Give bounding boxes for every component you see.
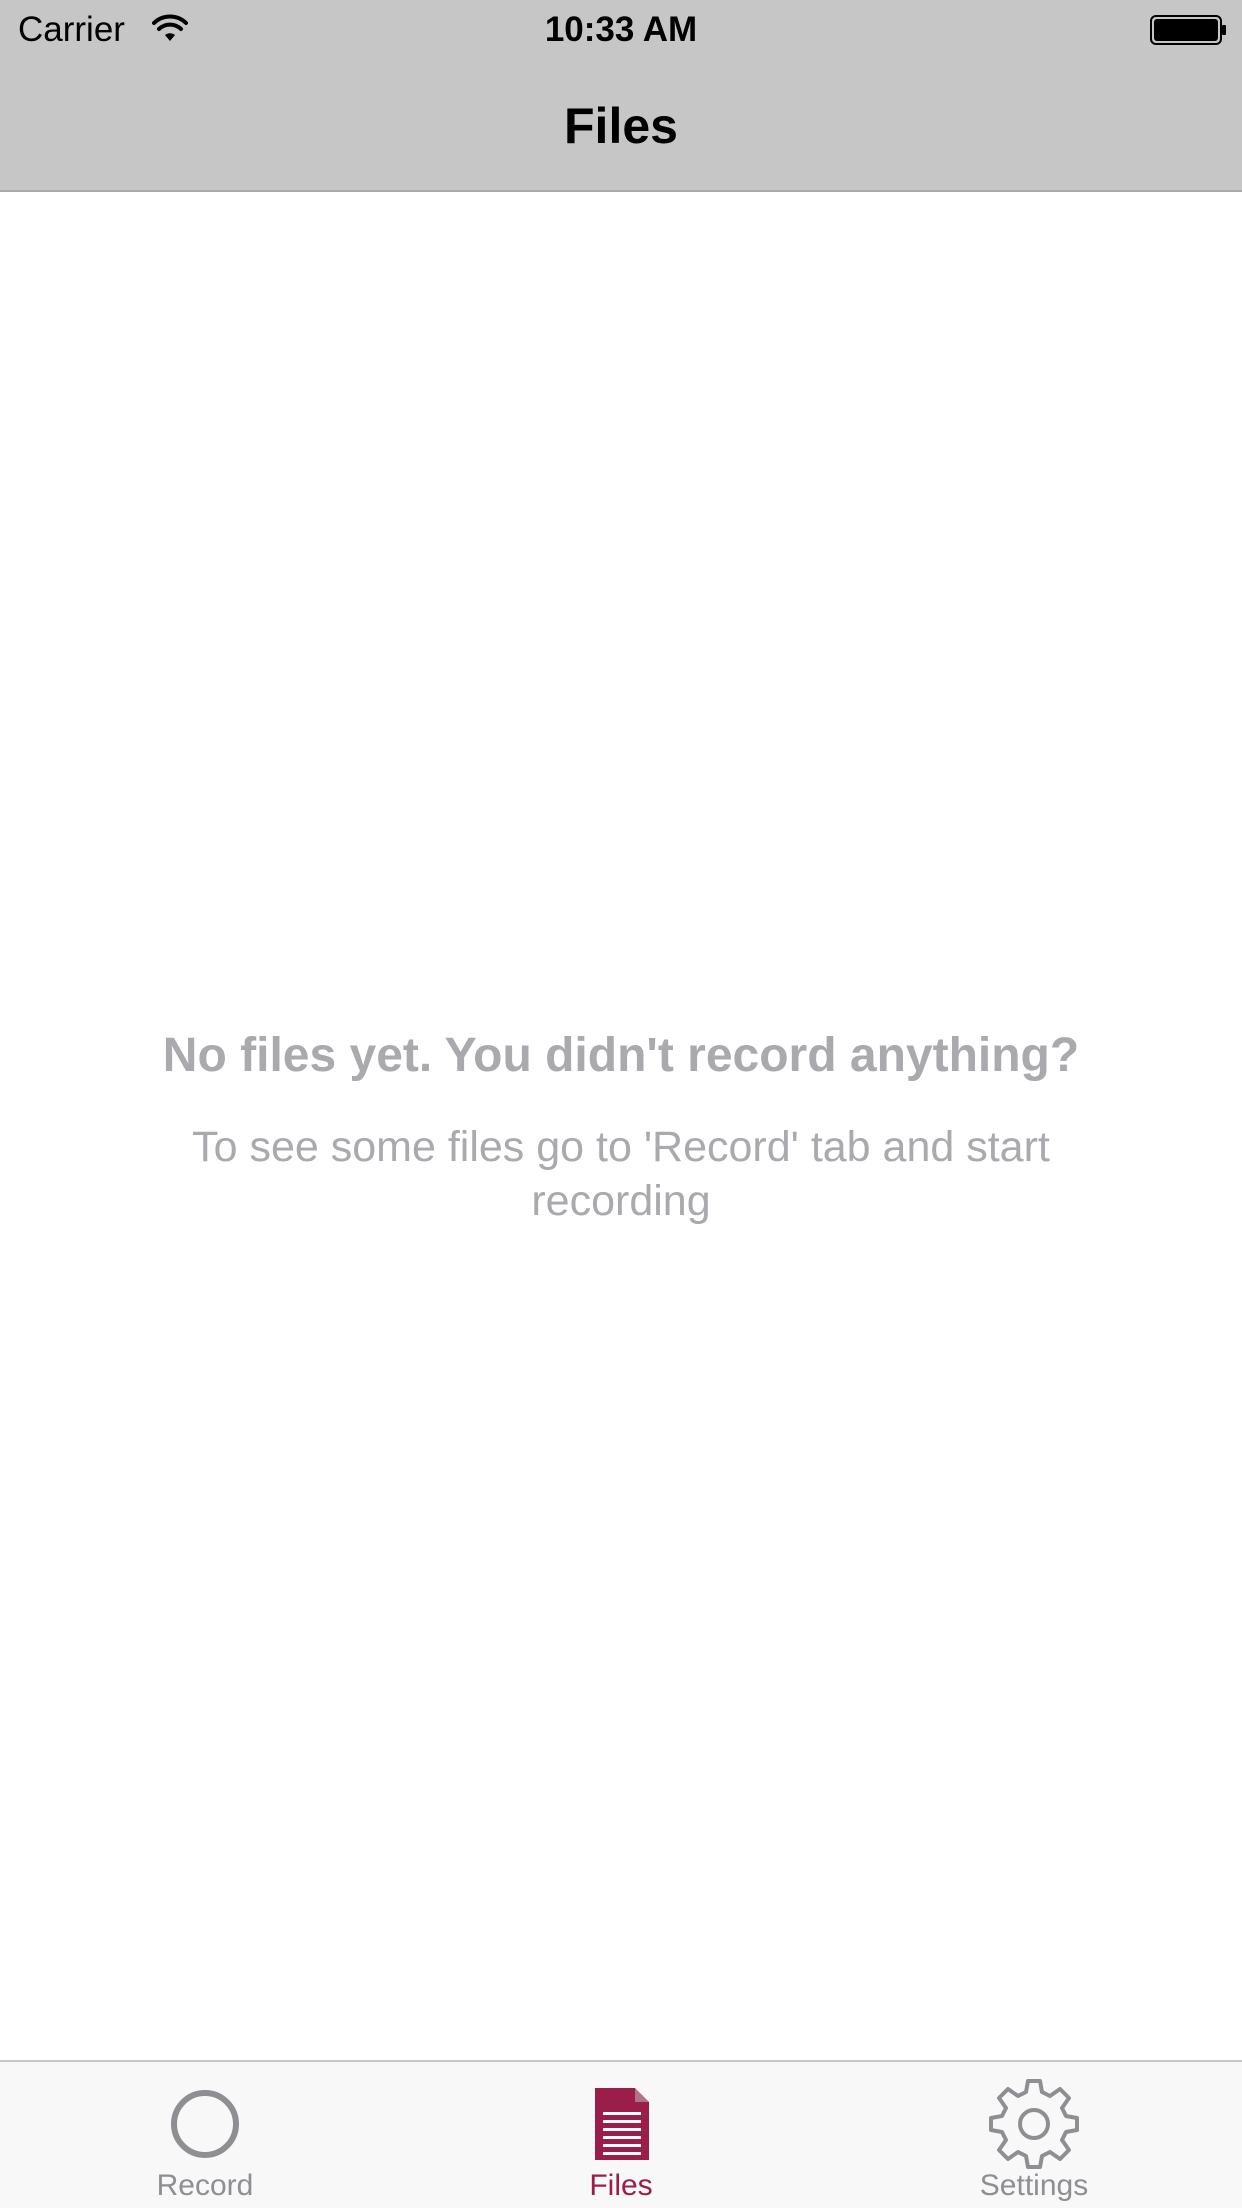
gear-icon — [989, 2079, 1079, 2169]
empty-state-subtitle: To see some files go to 'Record' tab and… — [192, 1123, 1050, 1225]
page-title: Files — [564, 98, 678, 154]
status-bar: Carrier 10:33 AM — [0, 0, 1242, 60]
tab-files[interactable]: Files — [471, 2062, 771, 2208]
tab-settings[interactable]: Settings — [884, 2062, 1184, 2208]
status-time: 10:33 AM — [544, 10, 698, 49]
tab-record[interactable]: Record — [55, 2062, 355, 2208]
document-icon — [595, 2088, 649, 2160]
empty-state-title: No files yet. You didn't record anything… — [162, 1029, 1080, 1082]
battery-icon — [1150, 15, 1226, 45]
tab-files-label: Files — [589, 2169, 653, 2202]
record-circle-icon — [171, 2090, 239, 2158]
top-bar: Carrier 10:33 AM Files — [0, 0, 1242, 192]
tab-settings-label: Settings — [979, 2169, 1089, 2202]
tab-bar: Record Files Settings — [0, 2060, 1242, 2208]
tab-record-label: Record — [156, 2169, 254, 2202]
